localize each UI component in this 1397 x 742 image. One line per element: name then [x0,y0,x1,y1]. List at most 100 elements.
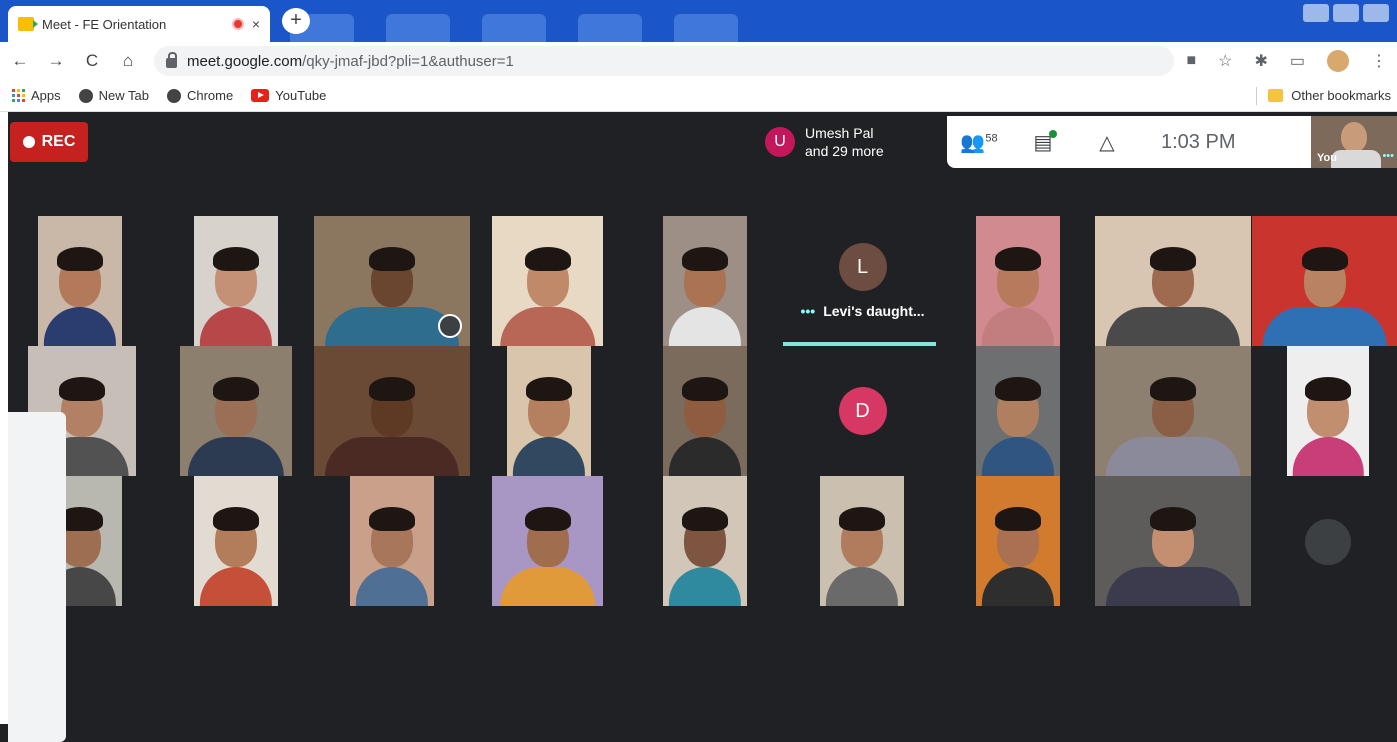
participant-video-tile[interactable] [350,476,434,606]
globe-icon [166,88,181,103]
video-person-hair [682,247,728,272]
bookmark-label: Chrome [186,88,234,103]
chat-button[interactable]: ▤ [1011,129,1075,155]
participant-avatar: D [838,387,887,435]
self-video-body [1331,150,1381,168]
participant-name-text: Levi's daught... [823,303,925,319]
activities-button[interactable]: △ [1075,130,1139,155]
participant-video-tile[interactable] [663,476,747,606]
participant-video-tile[interactable] [976,346,1060,476]
back-button[interactable]: ← [4,51,36,71]
video-person-torso [1262,307,1387,346]
lock-icon[interactable] [166,52,177,68]
participant-tile-avatar[interactable]: D [786,346,939,476]
cast-icon[interactable]: ▭ [1290,51,1305,71]
active-speaker-chip: U Umesh Pal and 29 more [757,116,947,168]
participant-placeholder-avatar [1305,519,1351,565]
participant-video-tile[interactable] [507,346,591,476]
participant-tile-avatar[interactable]: L ••• Levi's daught... [783,216,939,346]
video-person-hair [369,507,415,532]
background-tabs[interactable] [290,14,738,42]
participant-video-tile[interactable] [492,476,603,606]
globe-icon [78,88,93,103]
meeting-clock: 1:03 PM [1161,130,1236,153]
bookmark-star-icon[interactable]: ☆ [1218,51,1232,71]
other-bookmarks-label: Other bookmarks [1291,88,1391,103]
menu-icon[interactable]: ⋮ [1371,51,1387,71]
other-bookmarks[interactable]: Other bookmarks [1268,88,1391,103]
participant-video-tile[interactable] [976,216,1060,346]
people-button[interactable]: 👥58 [947,130,1011,155]
folder-icon [1268,89,1284,102]
url-path: /qky-jmaf-jbd?pli=1&authuser=1 [302,52,514,70]
profile-avatar[interactable] [1327,50,1349,72]
apps-grid-icon [12,89,25,102]
minimize-button[interactable] [1303,4,1329,22]
participant-name: ••• Levi's daught... [800,303,924,319]
self-label: You [1317,152,1337,164]
participant-video-tile[interactable] [663,346,747,476]
participant-avatar: L [838,243,887,291]
participant-video-tile[interactable] [663,216,747,346]
participant-video-tile[interactable] [194,216,278,346]
extensions-icon[interactable]: ✱ [1254,51,1267,71]
participant-video-tile[interactable] [976,476,1060,606]
home-button[interactable]: ⌂ [112,51,144,71]
maximize-button[interactable] [1333,4,1359,22]
bookmark-label: New Tab [98,88,149,103]
people-icon: 👥 [960,131,986,154]
bookmark-youtube[interactable]: YouTube [251,88,326,103]
video-person-hair [1150,247,1196,272]
participant-video-tile[interactable] [1252,216,1397,346]
participant-video-tile[interactable] [820,476,904,606]
participant-video-tile[interactable] [1095,216,1251,346]
participant-video-tile[interactable] [492,216,603,346]
youtube-icon [251,89,270,102]
video-person-torso [1105,567,1241,606]
close-tab-icon[interactable]: × [252,16,260,32]
record-dot-icon [22,136,35,148]
tab-title: Meet - FE Orientation [42,16,167,32]
video-person-hair [995,377,1041,402]
speaker-name: Umesh Pal [805,125,874,141]
bookmark-apps[interactable]: Apps [12,88,61,103]
self-menu-icon[interactable]: ••• [1382,150,1394,162]
participant-video-tile[interactable] [1095,346,1251,476]
video-person-hair [1150,377,1196,402]
side-panel-overlay[interactable] [8,412,66,742]
participant-video-tile[interactable] [180,346,292,476]
video-person-hair [1301,247,1348,272]
participant-video-tile[interactable] [1095,476,1251,606]
new-tab-button[interactable]: + [282,8,310,34]
participant-video-tile[interactable] [38,216,122,346]
browser-toolbar: ← → C ⌂ meet.google.com/qky-jmaf-jbd?pli… [0,42,1397,80]
self-view-tile[interactable]: You ••• [1311,116,1397,168]
camera-icon[interactable]: ■ [1186,52,1196,70]
address-bar[interactable]: meet.google.com/qky-jmaf-jbd?pli=1&authu… [154,46,1174,76]
participant-video-tile[interactable] [314,216,470,346]
raised-hand-icon [438,314,462,338]
close-window-button[interactable] [1363,4,1389,22]
recording-indicator-icon [231,18,244,30]
video-person-hair [995,507,1041,532]
video-person-hair [682,507,728,532]
participant-video-tile[interactable] [314,346,470,476]
video-person-torso [324,437,460,476]
bookmarks-bar: Apps New Tab Chrome YouTube Other bookma… [0,80,1397,112]
bookmark-new-tab[interactable]: New Tab [78,88,149,103]
video-person-hair [995,247,1041,272]
self-video [1341,122,1367,152]
participant-video-tile[interactable] [1287,346,1369,476]
bookmark-chrome[interactable]: Chrome [166,88,234,103]
video-person-torso [1105,437,1241,476]
video-person-hair [682,377,728,402]
video-person-hair [524,507,571,532]
reload-button[interactable]: C [76,51,108,71]
forward-button[interactable]: → [40,51,72,71]
recording-badge: REC [10,122,88,162]
tab-meet[interactable]: Meet - FE Orientation × [8,6,270,42]
bookmark-label: YouTube [275,88,327,103]
participant-video-tile[interactable] [194,476,278,606]
toolbar-right-icons: ■ ☆ ✱ ▭ ⋮ [1186,50,1387,72]
speaker-more: and 29 more [805,143,884,159]
